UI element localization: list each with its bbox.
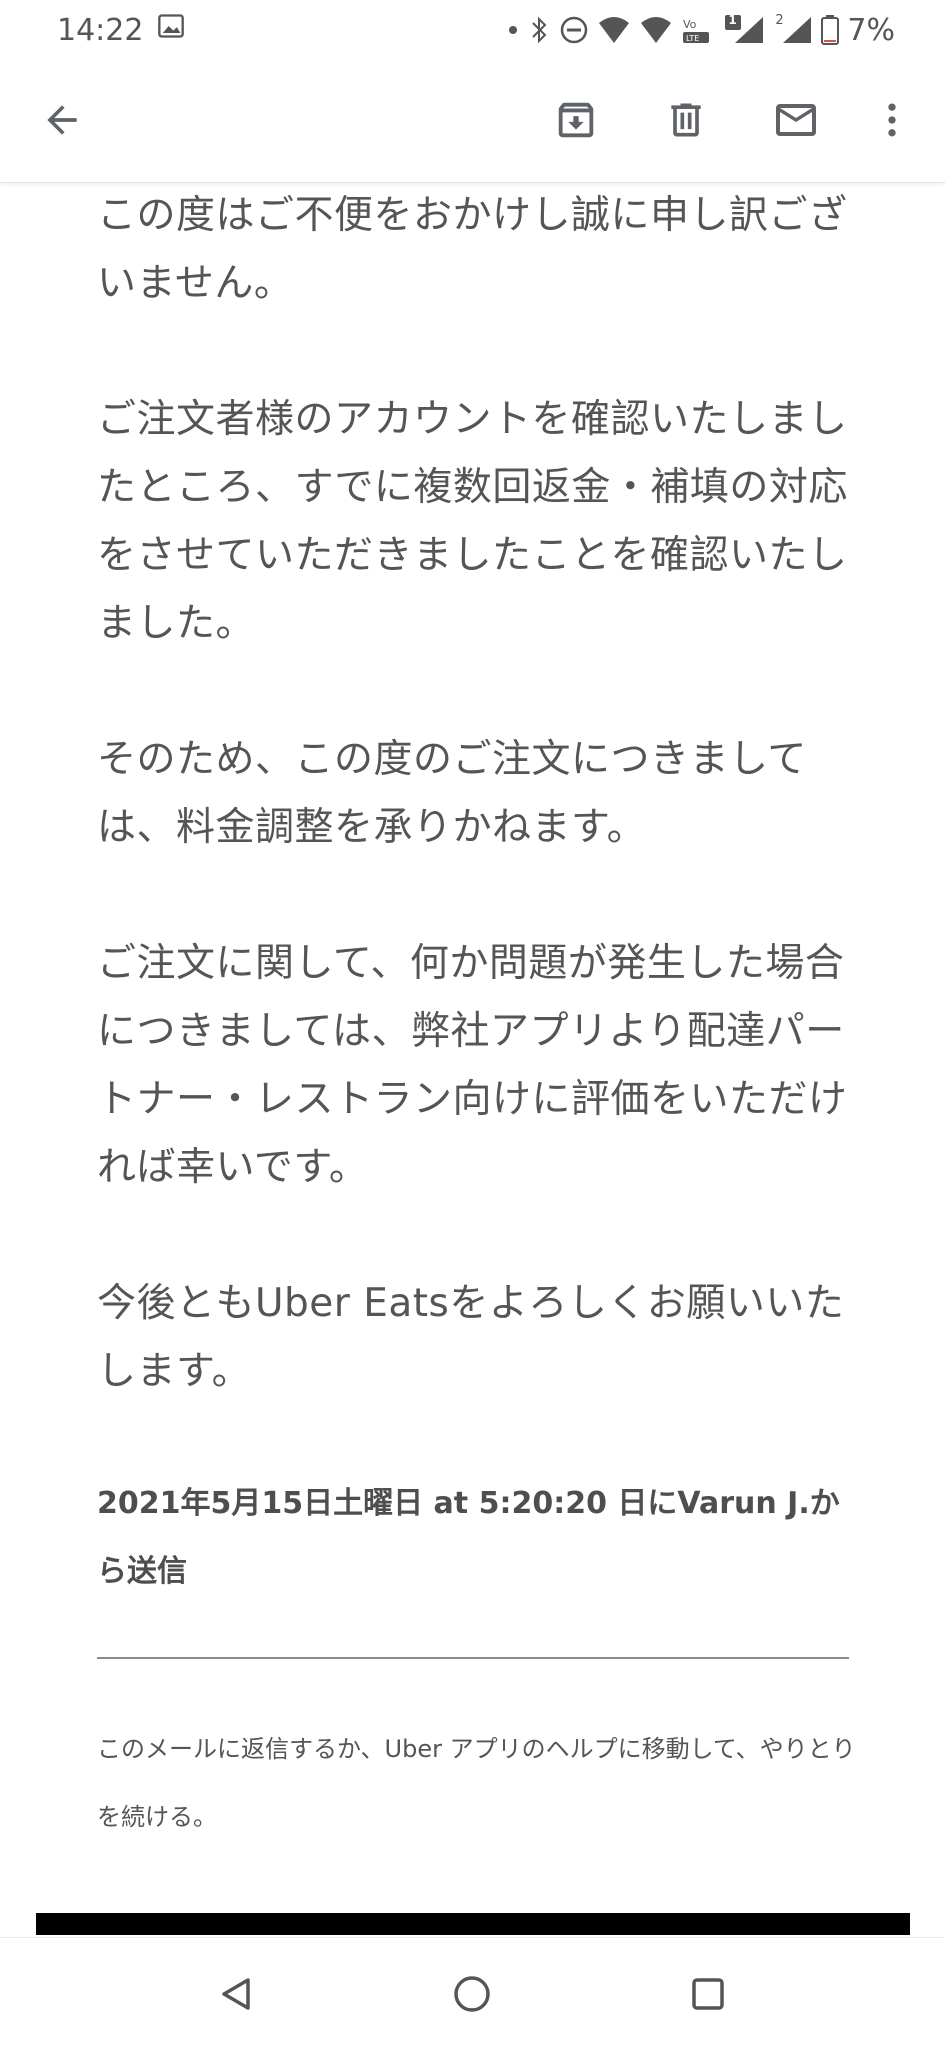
status-bar: 14:22 Vo LTE 1 2 7%: [0, 0, 945, 60]
divider: [97, 1657, 849, 1659]
system-navigation-bar: [0, 1937, 945, 2049]
nav-back-button[interactable]: [208, 1966, 264, 2022]
square-recents-icon: [692, 1978, 724, 2010]
delete-button[interactable]: [654, 88, 718, 152]
message-paragraph: この度はご不便をおかけし誠に申し訳ございません。: [97, 193, 848, 306]
bluetooth-icon: [527, 15, 551, 45]
message-paragraph: ご注文に関して、何か問題が発生した場合につきましては、弊社アプリより配達パートナ…: [97, 941, 848, 1190]
dot-icon: [507, 24, 519, 36]
triangle-back-icon: [222, 1978, 250, 2010]
clock: 14:22: [57, 12, 144, 48]
volte-icon: Vo LTE: [681, 15, 717, 45]
back-button[interactable]: [30, 88, 94, 152]
sim2-signal-icon: 2: [773, 13, 813, 45]
app-bar: [0, 60, 945, 183]
svg-text:Vo: Vo: [683, 18, 697, 31]
svg-text:LTE: LTE: [686, 34, 699, 43]
sim1-signal-icon: 1: [725, 13, 765, 45]
nav-home-button[interactable]: [444, 1966, 500, 2022]
archive-icon: [558, 102, 594, 138]
circle-home-icon: [454, 1976, 490, 2012]
sim1-label: 1: [728, 13, 737, 27]
do-not-disturb-icon: [559, 15, 589, 45]
reply-instruction: このメールに返信するか、Uber アプリのヘルプに移動して、やりとりを続ける。: [97, 1735, 856, 1831]
message-body: この度はご不便をおかけし誠に申し訳ございません。 ご注文者様のアカウントを確認い…: [97, 182, 857, 1406]
more-icon: [888, 103, 896, 137]
back-arrow-icon: [47, 105, 77, 135]
archive-button[interactable]: [544, 88, 608, 152]
wifi-icon-2: [639, 15, 673, 45]
mail-icon: [776, 104, 816, 136]
battery-percent: 7%: [847, 12, 895, 48]
more-options-button[interactable]: [862, 88, 922, 152]
nav-recents-button[interactable]: [680, 1966, 736, 2022]
delete-icon: [671, 103, 701, 137]
message-paragraph: ご注文者様のアカウントを確認いたしましたところ、すでに複数回返金・補填の対応をさ…: [97, 397, 848, 646]
sim2-label: 2: [775, 13, 784, 28]
message-paragraph: 今後ともUber Eatsをよろしくお願いいたします。: [97, 1281, 845, 1394]
mark-unread-button[interactable]: [764, 88, 828, 152]
sent-info: 2021年5月15日土曜日 at 5:20:20 日にVarun J.から送信: [97, 1486, 840, 1589]
wifi-icon: [597, 15, 631, 45]
message-paragraph: そのため、この度のご注文につきましては、料金調整を承りかねます。: [97, 737, 807, 850]
gallery-notification-icon: [157, 12, 185, 48]
battery-icon: [821, 15, 840, 45]
footer-banner: [36, 1913, 910, 1935]
